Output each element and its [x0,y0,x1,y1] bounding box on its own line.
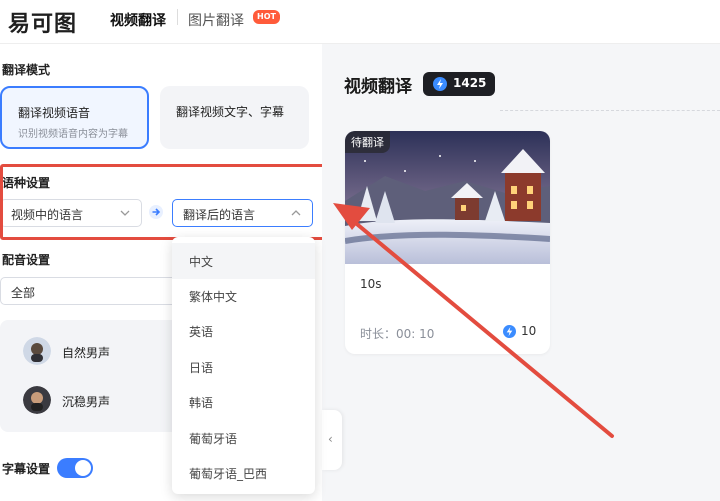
nav-divider [177,9,178,25]
voice-label: 沉稳男声 [62,395,111,409]
video-cost-value: 10 [521,324,537,338]
chevron-left-icon: ‹ [328,432,333,446]
toggle-knob [75,460,91,476]
credit-count: 1425 [453,76,487,90]
hot-badge: HOT [253,10,280,24]
mode-card-voice[interactable]: 翻译视频语音 识别视频语音内容为字幕 [0,86,149,149]
language-option[interactable]: 葡萄牙语 [172,420,315,456]
language-option[interactable]: 韩语 [172,384,315,420]
lightning-icon [433,77,447,91]
mode-card-text[interactable]: 翻译视频文字、字幕 [160,86,309,149]
top-header: 易可图 视频翻译 图片翻译 HOT [0,0,720,44]
dub-section-title: 配音设置 [2,253,51,267]
avatar [23,337,51,365]
nav-video-translate[interactable]: 视频翻译 [110,10,166,30]
subtitle-toggle[interactable] [57,458,93,478]
voice-filter-select[interactable]: 全部 [0,277,180,305]
video-duration-short: 10s [360,277,382,291]
video-duration-label: 时长：00: 10 [360,327,435,341]
nav-image-translate[interactable]: 图片翻译 [188,10,244,30]
language-option[interactable]: 葡萄牙语_巴西 [172,455,315,491]
lightning-icon [503,325,516,338]
mode-card-subtitle: 识别视频语音内容为字幕 [18,129,128,140]
target-language-dropdown: 中文 繁体中文 英语 日语 韩语 葡萄牙语 葡萄牙语_巴西 [172,237,315,494]
voice-label: 自然男声 [62,346,111,360]
voice-list [0,320,182,432]
divider-line [500,110,720,111]
mode-section-title: 翻译模式 [2,63,51,77]
language-option[interactable]: 英语 [172,313,315,349]
video-card[interactable]: 待翻译 10s 时长：00: 10 10 [345,131,550,354]
language-option[interactable]: 繁体中文 [172,278,315,314]
language-option[interactable]: 中文 [172,243,315,279]
results-title: 视频翻译 [344,77,412,97]
annotation-highlight-box [0,164,331,240]
avatar [23,386,51,414]
mode-card-title: 翻译视频语音 [18,106,91,120]
subtitle-section-title: 字幕设置 [2,462,51,476]
app-logo[interactable]: 易可图 [8,6,77,38]
collapse-panel-button[interactable]: ‹ [322,410,342,470]
credit-balance: 1425 [423,72,495,96]
status-badge: 待翻译 [345,131,390,153]
language-option[interactable]: 日语 [172,349,315,385]
voice-filter-value: 全部 [11,286,36,300]
mode-card-title: 翻译视频文字、字幕 [176,105,285,119]
